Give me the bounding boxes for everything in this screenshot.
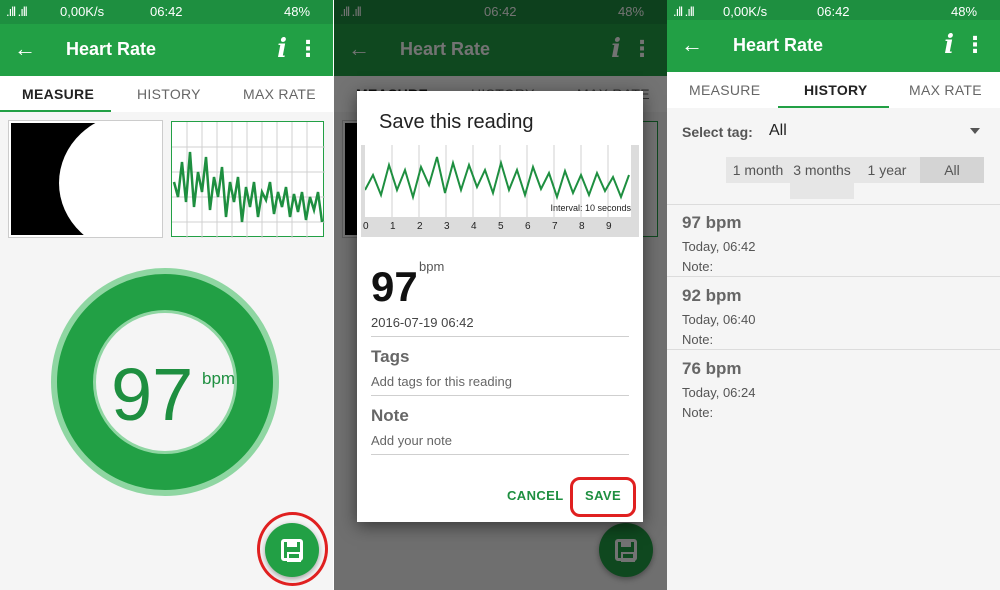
- history-bpm: 92 bpm: [682, 286, 742, 305]
- graph-tick: 3: [444, 221, 450, 232]
- range-1-year[interactable]: 1 year: [854, 157, 920, 183]
- reading-datetime: 2016-07-19 06:42: [371, 315, 474, 330]
- highlight-box: [570, 477, 636, 517]
- reading-unit: bpm: [419, 259, 445, 274]
- heart-rate-unit: bpm: [202, 369, 236, 388]
- graph-tick: 8: [579, 221, 585, 232]
- status-bar: .ıll .ıll 0,00K/s 06:42 48%: [0, 0, 333, 24]
- interval-label: Interval: 10 seconds: [550, 203, 631, 213]
- network-speed: 0,00K/s: [60, 4, 105, 19]
- cancel-button[interactable]: CANCEL: [507, 488, 564, 503]
- tags-input[interactable]: Add tags for this reading: [371, 374, 512, 389]
- app-title: Heart Rate: [66, 39, 157, 59]
- back-arrow-icon[interactable]: ←: [14, 36, 36, 62]
- battery-level: 48%: [951, 4, 978, 19]
- save-reading-screen: .ıll .ıll 06:42 48% ← Heart Rate i ⋮ MEA…: [334, 0, 667, 590]
- history-item[interactable]: 97 bpm Today, 06:42 Note:: [667, 205, 1000, 277]
- app-bar: ← Heart Rate i ⋮: [0, 24, 333, 76]
- range-3-months[interactable]: 3 months: [790, 157, 854, 199]
- pulse-graph: [171, 121, 325, 238]
- tab-max-rate[interactable]: MAX RATE: [909, 82, 982, 98]
- active-tab-indicator: [0, 110, 111, 112]
- info-icon[interactable]: i: [277, 34, 287, 64]
- history-bpm: 76 bpm: [682, 359, 742, 378]
- heart-rate-value: 97: [111, 353, 194, 436]
- note-label: Note: [371, 406, 409, 425]
- divider: [371, 336, 629, 337]
- tab-measure[interactable]: MEASURE: [689, 82, 760, 98]
- tag-dropdown[interactable]: All: [769, 122, 787, 140]
- history-bpm: 97 bpm: [682, 213, 742, 232]
- history-note: Note:: [682, 259, 714, 274]
- history-note: Note:: [682, 405, 714, 420]
- info-icon[interactable]: i: [944, 30, 954, 60]
- graph-tick: 1: [390, 221, 396, 232]
- graph-tick: 0: [363, 221, 369, 232]
- graph-tick: 4: [471, 221, 477, 232]
- dialog-title: Save this reading: [379, 111, 534, 133]
- camera-preview: [8, 120, 163, 238]
- signal-icon: .ıll .ıll: [6, 4, 28, 19]
- graph-tick: 2: [417, 221, 423, 232]
- history-note: Note:: [682, 332, 714, 347]
- tab-bar: MEASURE HISTORY MAX RATE: [667, 72, 1000, 108]
- battery-level: 48%: [284, 4, 311, 19]
- back-arrow-icon[interactable]: ←: [681, 32, 703, 58]
- dropdown-arrow-icon[interactable]: [970, 128, 980, 134]
- signal-icon: .ıll .ıll: [673, 4, 695, 19]
- status-time: 06:42: [817, 4, 850, 19]
- status-time: 06:42: [150, 4, 183, 19]
- history-screen: .ıll .ıll 0,00K/s 06:42 48% ← Heart Rate…: [667, 0, 1000, 590]
- select-tag-label: Select tag:: [682, 124, 753, 140]
- divider: [371, 395, 629, 396]
- graph-tick: 7: [552, 221, 558, 232]
- heart-rate-gauge: 97 bpm: [51, 268, 279, 496]
- highlight-circle: [257, 512, 328, 586]
- save-reading-dialog: Save this reading Interval: 10 seconds 0…: [357, 91, 643, 522]
- tab-measure[interactable]: MEASURE: [22, 86, 94, 102]
- history-time: Today, 06:42: [682, 239, 756, 254]
- graph-tick: 6: [525, 221, 531, 232]
- app-title: Heart Rate: [733, 35, 824, 55]
- note-input[interactable]: Add your note: [371, 433, 452, 448]
- history-time: Today, 06:40: [682, 312, 756, 327]
- app-bar: ← Heart Rate i ⋮: [667, 20, 1000, 72]
- measure-screen: .ıll .ıll 0,00K/s 06:42 48% ← Heart Rate…: [0, 0, 333, 590]
- history-item[interactable]: 92 bpm Today, 06:40 Note:: [667, 278, 1000, 350]
- tags-label: Tags: [371, 347, 410, 366]
- reading-value: 97: [371, 263, 418, 310]
- range-1-month[interactable]: 1 month: [726, 157, 790, 183]
- tab-bar: MEASURE HISTORY MAX RATE: [0, 76, 333, 112]
- graph-tick: 5: [498, 221, 504, 232]
- network-speed: 0,00K/s: [723, 4, 768, 19]
- active-tab-indicator: [778, 106, 889, 108]
- tab-history[interactable]: HISTORY: [804, 82, 868, 98]
- tab-max-rate[interactable]: MAX RATE: [243, 86, 316, 102]
- more-vert-icon[interactable]: ⋮: [964, 32, 986, 58]
- reading-graph: Interval: 10 seconds 0 1 2 3 4 5 6 7 8 9: [361, 145, 639, 237]
- history-item[interactable]: 76 bpm Today, 06:24 Note:: [667, 351, 1000, 423]
- tab-history[interactable]: HISTORY: [137, 86, 201, 102]
- history-time: Today, 06:24: [682, 385, 756, 400]
- divider: [371, 454, 629, 455]
- graph-tick: 9: [606, 221, 612, 232]
- more-vert-icon[interactable]: ⋮: [297, 36, 319, 62]
- range-all[interactable]: All: [920, 157, 984, 183]
